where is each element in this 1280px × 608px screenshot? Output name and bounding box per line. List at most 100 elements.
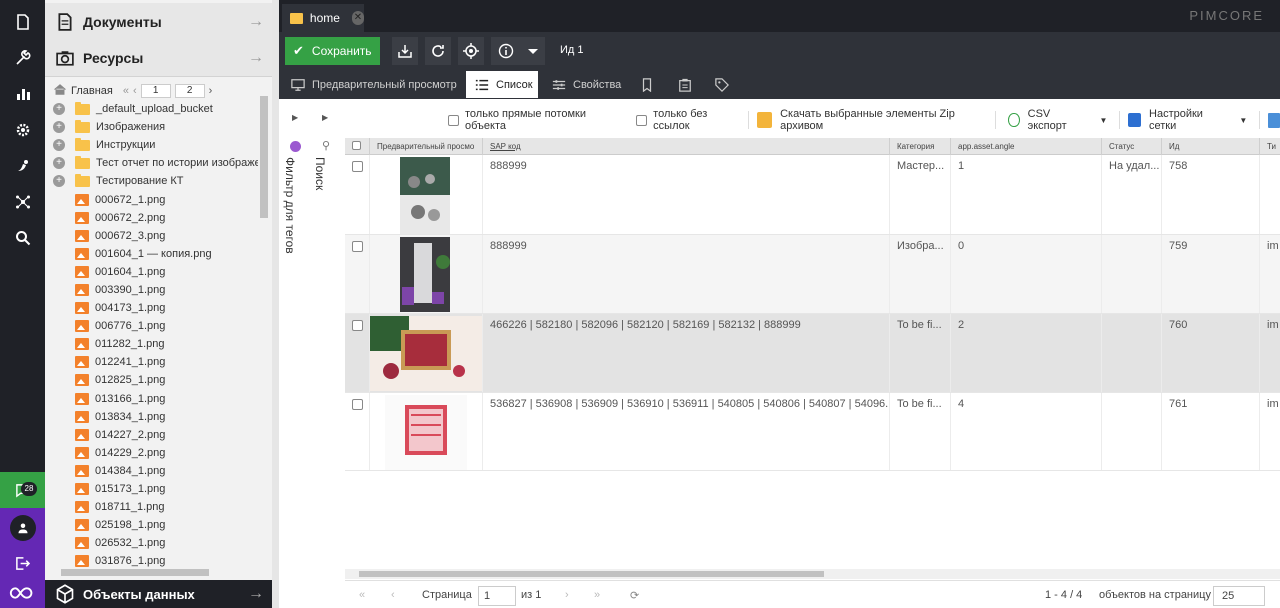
status-cell[interactable] (1102, 314, 1162, 392)
prev-page-icon[interactable]: ‹ (391, 589, 395, 601)
row-checkbox[interactable] (352, 241, 363, 252)
category-cell[interactable]: Мастер... (890, 155, 951, 234)
category-cell[interactable]: To be fi... (890, 393, 951, 470)
row-select-cell[interactable] (345, 314, 370, 392)
tree-file-item[interactable]: 031876_1.png (53, 552, 263, 568)
assets-panel-header[interactable]: Ресурсы → (45, 39, 272, 77)
file-icon[interactable] (0, 4, 45, 40)
column-header-status[interactable]: Статус (1102, 138, 1162, 155)
search-icon[interactable] (0, 220, 45, 256)
tab-tags[interactable] (705, 71, 739, 98)
locate-in-tree-button[interactable] (458, 37, 484, 65)
more-dropdown-button[interactable] (521, 37, 545, 65)
expand-arrow-icon[interactable]: → (246, 585, 266, 603)
info-button[interactable] (491, 37, 521, 65)
tree-file-item[interactable]: 000672_3.png (53, 227, 263, 245)
chevron-down-icon[interactable]: ▼ (1096, 116, 1111, 125)
save-button[interactable]: ✔ Сохранить (285, 37, 380, 65)
home-label[interactable]: Главная (71, 85, 113, 97)
id-cell[interactable]: 758 (1162, 155, 1260, 234)
tree-page-total[interactable]: 2 (174, 84, 205, 98)
table-row[interactable]: 888999 Изобра... 0 759 im (345, 235, 1280, 314)
tab-properties[interactable]: Свойства (552, 71, 632, 98)
category-cell[interactable]: To be fi... (890, 314, 951, 392)
marketing-icon[interactable] (0, 148, 45, 184)
row-checkbox[interactable] (352, 320, 363, 331)
column-header-type[interactable]: Ти (1260, 138, 1280, 155)
user-menu-button[interactable] (0, 508, 45, 548)
pimcore-logo[interactable] (0, 578, 45, 608)
asset-thumbnail[interactable] (400, 237, 450, 313)
expand-plus-icon[interactable]: + (53, 157, 65, 170)
tree-file-item[interactable]: 025198_1.png (53, 516, 263, 534)
preview-cell[interactable] (370, 393, 483, 470)
id-cell[interactable]: 760 (1162, 314, 1260, 392)
page-size-select[interactable]: 25 (1213, 586, 1265, 606)
row-select-cell[interactable] (345, 235, 370, 313)
direct-children-filter[interactable]: только прямые потомки объекта (448, 108, 619, 132)
column-header-sap[interactable]: SAP код (483, 138, 890, 155)
row-checkbox[interactable] (352, 399, 363, 410)
first-page-icon[interactable]: « (359, 589, 365, 601)
page-number-input[interactable]: 1 (478, 586, 516, 606)
tree-file-item[interactable]: 014384_1.png (53, 462, 263, 480)
row-select-cell[interactable] (345, 155, 370, 234)
type-cell[interactable]: im (1260, 314, 1280, 392)
tab-list[interactable]: Список (466, 71, 538, 98)
id-cell[interactable]: 761 (1162, 393, 1260, 470)
grid-horizontal-scrollbar[interactable] (345, 569, 1280, 579)
csv-export-button[interactable]: CSV экспорт (1008, 108, 1088, 132)
preview-cell[interactable] (370, 155, 483, 234)
asset-thumbnail[interactable] (400, 157, 450, 234)
next-page-icon[interactable]: › (209, 85, 213, 97)
direct-children-checkbox[interactable] (448, 114, 459, 126)
download-button[interactable] (392, 37, 418, 65)
sap-cell[interactable]: 466226 | 582180 | 582096 | 582120 | 5821… (483, 314, 890, 392)
tree-file-item[interactable]: 014229_2.png (53, 444, 263, 462)
notifications-button[interactable]: 28 (0, 472, 45, 508)
tree-file-item[interactable]: 013166_1.png (53, 390, 263, 408)
sap-cell[interactable]: 888999 (483, 155, 890, 234)
scrollbar-thumb[interactable] (61, 569, 209, 576)
refresh-icon[interactable]: ⟳ (630, 589, 639, 602)
documents-panel-header[interactable]: Документы → (45, 3, 272, 41)
expand-arrow-icon[interactable]: → (246, 49, 266, 67)
tree-folder-item[interactable]: + Инструкции (53, 136, 263, 154)
tree-file-item[interactable]: 001604_1 — копия.png (53, 245, 263, 263)
download-zip-button[interactable]: Скачать выбранные элементы Zip архивом (757, 108, 987, 132)
status-cell[interactable] (1102, 235, 1162, 313)
scrollbar-thumb[interactable] (260, 96, 268, 218)
home-icon[interactable] (53, 83, 67, 99)
expand-plus-icon[interactable]: + (53, 175, 65, 188)
tab-versions[interactable] (668, 71, 702, 98)
gear-icon[interactable] (0, 112, 45, 148)
asset-thumbnail[interactable] (370, 316, 482, 392)
row-checkbox[interactable] (352, 161, 363, 172)
tree-file-item[interactable]: 018711_1.png (53, 498, 263, 516)
type-cell[interactable]: im (1260, 393, 1280, 470)
chevron-down-icon[interactable]: ▼ (1236, 116, 1251, 125)
tree-file-item[interactable]: 001604_1.png (53, 263, 263, 281)
tree-vertical-scrollbar[interactable] (258, 84, 270, 564)
panel-splitter[interactable] (272, 0, 279, 608)
objects-panel-header[interactable]: Объекты данных → (45, 580, 272, 608)
reload-button[interactable] (425, 37, 451, 65)
tree-folder-item[interactable]: + _default_upload_bucket (53, 100, 263, 118)
network-icon[interactable] (0, 184, 45, 220)
unreferenced-checkbox[interactable] (636, 114, 648, 126)
table-row[interactable]: 466226 | 582180 | 582096 | 582120 | 5821… (345, 314, 1280, 393)
column-header-id[interactable]: Ид (1162, 138, 1260, 155)
tree-file-item[interactable]: 000672_2.png (53, 209, 263, 227)
tree-page-input[interactable]: 1 (140, 84, 171, 98)
grid-settings-button[interactable]: Настройки сетки (1127, 108, 1228, 132)
type-cell[interactable] (1260, 155, 1280, 234)
prev-page-icon[interactable]: ‹ (133, 85, 137, 97)
tab-home[interactable]: home ✕ (282, 4, 364, 32)
select-all-checkbox[interactable] (352, 141, 361, 151)
tree-folder-item[interactable]: + Тест отчет по истории изображе (53, 154, 263, 172)
status-cell[interactable] (1102, 393, 1162, 470)
expand-plus-icon[interactable]: + (53, 121, 65, 134)
logout-button[interactable] (0, 548, 45, 578)
tree-folder-item[interactable]: + Тестирование КТ (53, 172, 263, 190)
tree-file-item[interactable]: 012241_1.png (53, 353, 263, 371)
